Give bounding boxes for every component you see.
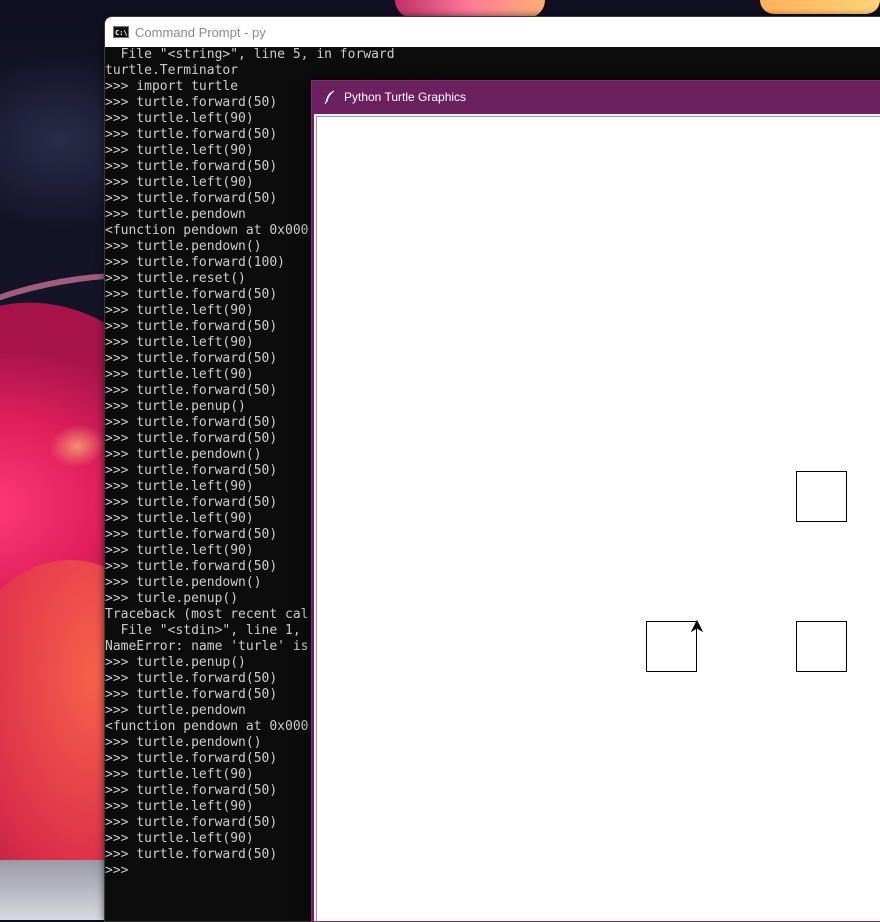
cmd-icon: C:\.: [113, 26, 132, 38]
turtle-title-bar[interactable]: Python Turtle Graphics: [312, 81, 880, 113]
console-line: File "<string>", line 5, in forward: [105, 47, 395, 62]
wallpaper-shape: [0, 860, 110, 920]
drawn-square-top-right: [796, 471, 847, 522]
canvas-frame: [314, 114, 880, 921]
turtle-window-title: Python Turtle Graphics: [344, 90, 467, 104]
drawn-square-bottom-left: [646, 621, 697, 672]
turtle-graphics-window[interactable]: Python Turtle Graphics: [311, 80, 880, 922]
cmd-window-title: Command Prompt - py: [135, 24, 266, 40]
feather-icon: [322, 89, 338, 105]
console-line: turtle.Terminator: [105, 63, 239, 78]
cmd-title-bar[interactable]: C:\. Command Prompt - py: [105, 17, 880, 47]
drawn-square-bottom-right: [796, 621, 847, 672]
turtle-canvas[interactable]: [316, 116, 880, 921]
wallpaper-shape: [760, 0, 880, 14]
